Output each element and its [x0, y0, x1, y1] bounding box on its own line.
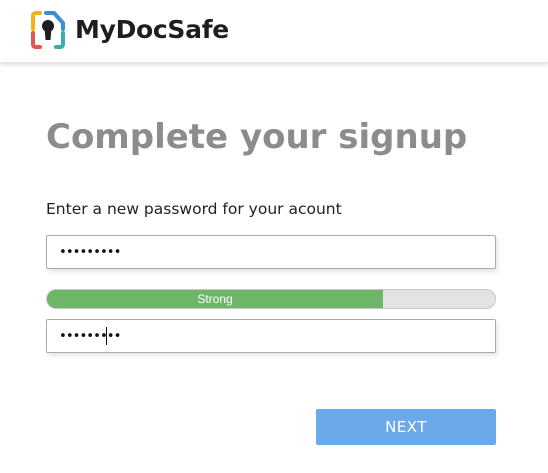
strength-label: Strong	[197, 292, 233, 306]
next-button[interactable]: NEXT	[316, 409, 496, 445]
header-bar: MyDocSafe	[0, 0, 548, 63]
page-title: Complete your signup	[46, 117, 468, 157]
signup-page: MyDocSafe Complete your signup Enter a n…	[0, 0, 548, 473]
text-caret	[106, 327, 107, 345]
password-strength-meter: Strong	[46, 289, 496, 309]
brand-name: MyDocSafe	[75, 15, 229, 44]
password-instruction: Enter a new password for your acount	[46, 200, 342, 218]
confirm-password-input[interactable]	[46, 319, 496, 353]
keyhole-shield-icon	[30, 10, 66, 50]
new-password-input[interactable]	[46, 235, 496, 269]
